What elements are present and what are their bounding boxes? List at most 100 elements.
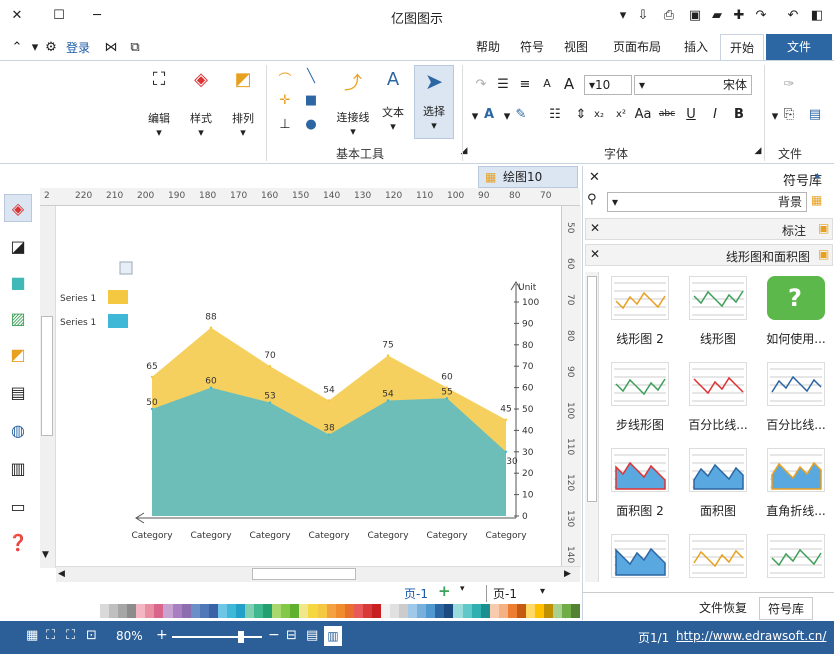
undo-icon[interactable]: ↶ <box>784 6 802 24</box>
palette-swatch[interactable] <box>507 604 517 618</box>
palette-swatch[interactable] <box>498 604 508 618</box>
superscript-icon[interactable]: x² <box>612 109 630 120</box>
tab-file[interactable]: 文件 <box>766 34 832 60</box>
palette-swatch[interactable] <box>281 604 291 618</box>
subscript-icon[interactable]: x₂ <box>590 109 608 120</box>
palette-swatch[interactable] <box>299 604 309 618</box>
palette-swatch[interactable] <box>344 604 354 618</box>
area-chart[interactable]: 0 10 20 30 40 50 60 70 80 90 100 Unit Category Catego… <box>56 206 561 566</box>
fit-width-icon[interactable]: ⊡ <box>86 628 97 643</box>
palette-swatch[interactable] <box>525 604 535 618</box>
scroll-thumb[interactable] <box>41 316 53 436</box>
collapse-ribbon-icon[interactable]: ⌃ <box>8 38 26 56</box>
ellipse-icon[interactable]: ● <box>302 117 320 132</box>
palette-swatch[interactable] <box>480 604 490 618</box>
print-icon[interactable]: ⎙ <box>660 6 678 24</box>
page-tab-active[interactable]: 页-1 <box>486 585 523 602</box>
normal-view-icon[interactable]: ▥ <box>324 626 342 646</box>
select-button[interactable]: ➤ 选择 ▾ <box>414 65 454 139</box>
image-tool-icon[interactable]: ▨ <box>4 304 32 332</box>
palette-swatch[interactable] <box>390 604 400 618</box>
format-painter-icon[interactable]: ✑ <box>780 77 798 92</box>
palette-swatch[interactable] <box>444 604 454 618</box>
text-button[interactable]: A 文本 ▾ <box>376 69 410 133</box>
layer-tool-icon[interactable]: ◩ <box>4 340 32 368</box>
help-tool-icon[interactable]: ❓ <box>4 528 32 556</box>
indent-icon[interactable]: ⇕ <box>572 107 590 122</box>
export-icon[interactable]: ⇩ <box>634 6 652 24</box>
palette-swatch[interactable] <box>417 604 427 618</box>
new-icon[interactable]: ✚ <box>730 6 748 24</box>
page-tool-icon[interactable]: ▤ <box>4 378 32 406</box>
page-view-icon[interactable]: ▤ <box>306 628 318 643</box>
palette-swatch[interactable] <box>326 604 336 618</box>
tab-page-layout[interactable]: 页面布局 <box>604 34 670 60</box>
scroll-right-icon[interactable]: ▶ <box>564 569 571 579</box>
full-screen-icon[interactable]: ⛶ <box>66 628 75 643</box>
close-icon[interactable]: ✕ <box>590 247 600 261</box>
palette-swatch[interactable] <box>100 604 110 618</box>
palette-swatch[interactable] <box>471 604 481 618</box>
palette-swatch[interactable] <box>154 604 164 618</box>
palette-swatch[interactable] <box>489 604 499 618</box>
page-list-icon[interactable]: ▾ <box>460 584 465 594</box>
palette-swatch[interactable] <box>290 604 300 618</box>
symbol-item[interactable]: 百分比线... <box>679 360 757 444</box>
copy-icon[interactable]: ⎘ <box>780 107 798 122</box>
gear-icon[interactable]: ⚙ <box>42 38 60 56</box>
zoom-out-icon[interactable]: − <box>268 627 280 643</box>
symbol-item[interactable]: 线形图 <box>679 274 757 358</box>
add-page-button[interactable]: + <box>438 582 451 600</box>
scroll-down-icon[interactable]: ▼ <box>42 550 49 560</box>
paste-icon[interactable]: ▤ <box>806 107 824 122</box>
palette-swatch[interactable] <box>553 604 563 618</box>
document-tool-icon[interactable]: ▥ <box>4 454 32 482</box>
palette-swatch[interactable] <box>317 604 327 618</box>
symbol-item[interactable]: 百分比线... <box>757 360 834 444</box>
symbol-item[interactable]: 面积图 2 <box>601 446 679 530</box>
zoom-slider[interactable] <box>172 631 262 643</box>
tab-file-recovery[interactable]: 文件恢复 <box>691 597 755 618</box>
palette-swatch[interactable] <box>544 604 554 618</box>
fill-tool-icon[interactable]: ◈ <box>4 194 32 222</box>
bullets-icon[interactable]: ☷ <box>546 107 564 122</box>
palette-swatch[interactable] <box>272 604 282 618</box>
palette-swatch[interactable] <box>353 604 363 618</box>
tab-symbol-library[interactable]: 符号库 <box>759 597 814 620</box>
section-line-area[interactable]: ✕ 线形图和面积图 ▣ <box>585 244 833 266</box>
palette-swatch[interactable] <box>109 604 119 618</box>
symbol-item[interactable]: 线形图 2 <box>601 274 679 358</box>
minimize-button[interactable]: ─ <box>88 6 106 24</box>
crosshair-icon[interactable]: ✛ <box>276 93 294 108</box>
scroll-thumb[interactable] <box>587 276 597 502</box>
palette-swatch[interactable] <box>226 604 236 618</box>
color-palette[interactable] <box>100 604 581 618</box>
tab-insert[interactable]: 插入 <box>676 34 716 60</box>
palette-swatch[interactable] <box>380 604 390 618</box>
palette-swatch[interactable] <box>208 604 218 618</box>
zoom-slider-thumb[interactable] <box>238 631 244 643</box>
palette-swatch[interactable] <box>371 604 381 618</box>
expand-group-icon[interactable]: ◢ <box>458 145 470 157</box>
palette-swatch[interactable] <box>136 604 146 618</box>
expand-group-icon[interactable]: ◢ <box>752 145 764 157</box>
palette-swatch[interactable] <box>453 604 463 618</box>
close-button[interactable]: ✕ <box>8 6 26 24</box>
connector-button[interactable]: ⤴ 连接线 ▾ <box>334 69 372 138</box>
library-search-input[interactable]: ▾ 背景 <box>607 192 807 212</box>
page-tab[interactable]: 页-1 <box>404 585 428 602</box>
edit-button[interactable]: ⛶ 编辑 ▾ <box>144 69 174 139</box>
font-size-select[interactable]: 10 ▾ <box>584 75 632 95</box>
grow-font-icon[interactable]: A <box>560 75 578 93</box>
palette-swatch[interactable] <box>408 604 418 618</box>
scroll-thumb[interactable] <box>252 568 356 580</box>
palette-swatch[interactable] <box>172 604 182 618</box>
strikethrough-icon[interactable]: abc <box>658 109 676 119</box>
chevron-up-icon[interactable]: ▴ <box>815 170 820 181</box>
vertical-scrollbar[interactable]: ▼ <box>40 206 56 568</box>
palette-swatch[interactable] <box>335 604 345 618</box>
fit-page-icon[interactable]: ⛶ <box>46 628 55 643</box>
close-icon[interactable]: ✕ <box>590 221 600 235</box>
italic-icon[interactable]: I <box>706 107 724 122</box>
highlight-icon[interactable]: ✎ <box>512 107 530 122</box>
